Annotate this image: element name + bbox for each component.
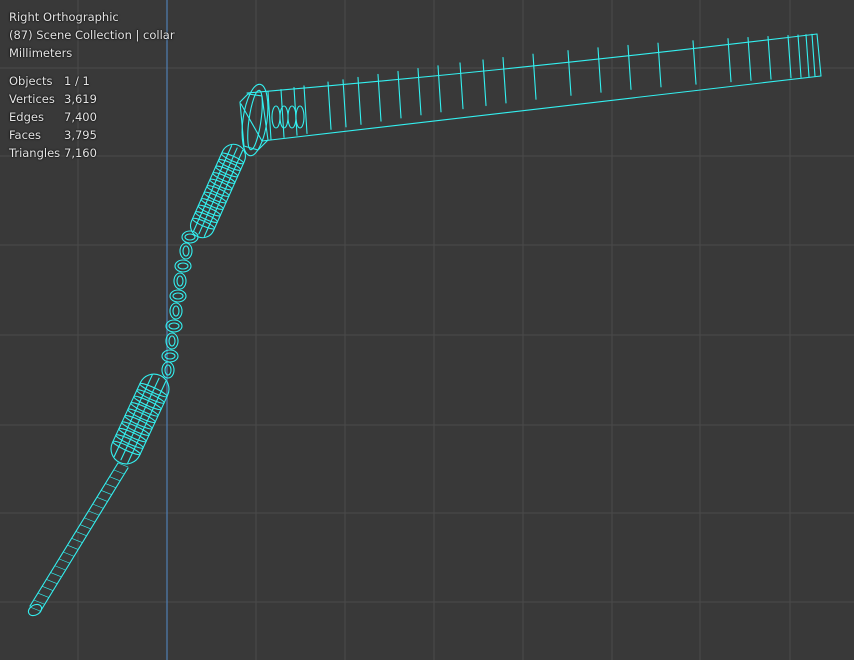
leash-rod-ring	[84, 517, 95, 523]
stat-edges: Edges 7,400	[9, 108, 175, 126]
collar-band-segment	[657, 42, 662, 88]
chain-link-inner	[184, 233, 196, 241]
collar-band-segment	[532, 53, 537, 100]
chain-link-inner	[164, 364, 172, 376]
stat-value: 7,400	[64, 110, 97, 124]
collar-band-segment	[327, 81, 332, 130]
collar-band-edge	[246, 33, 818, 94]
leash-rod-ring	[79, 524, 91, 530]
statistics-panel: Objects 1 / 1 Vertices 3,619 Edges 7,400…	[9, 72, 175, 162]
collar-band-edge	[261, 75, 822, 142]
collar-band-ring	[287, 105, 297, 129]
leash-rod-ring	[92, 503, 104, 509]
stat-value: 7,160	[64, 146, 97, 160]
collar-band-segment	[805, 34, 810, 78]
chain-link-inner	[172, 305, 180, 317]
collar-band-ring	[271, 105, 281, 129]
collar-band-segment	[597, 47, 602, 93]
collar-band-segment	[303, 85, 308, 134]
collar-band-segment	[811, 33, 816, 77]
chain-link-inner	[176, 275, 184, 287]
stat-objects: Objects 1 / 1	[9, 72, 175, 90]
leash-rod-ring	[96, 496, 108, 502]
leash-rod-ring	[63, 551, 74, 557]
collar-band-segment	[357, 76, 362, 125]
stat-label: Triangles	[9, 146, 61, 160]
stat-vertices: Vertices 3,619	[9, 90, 175, 108]
leash-rod-ring	[59, 558, 70, 564]
collar-band-segment	[417, 68, 422, 116]
leash-rod-edge	[29, 462, 129, 613]
leash-rod-ring	[29, 606, 41, 612]
leash-rod-end	[27, 603, 43, 617]
leash-rod-ring	[67, 544, 79, 550]
leash-rod-ring	[71, 538, 83, 543]
lower-toggle-capsule	[110, 373, 170, 465]
collar-band-segment	[567, 50, 572, 96]
collar-band-edge	[816, 33, 822, 77]
chain-link-inner	[168, 335, 176, 347]
collar-band-segment	[692, 40, 697, 85]
stat-label: Edges	[9, 110, 44, 124]
chain-link	[165, 319, 183, 333]
stat-label: Vertices	[9, 92, 55, 106]
collar-band-segment	[267, 91, 272, 141]
leash-rod-ring	[46, 579, 58, 584]
buckle-frame	[239, 93, 269, 151]
stat-value: 3,795	[64, 128, 97, 142]
chain-link	[173, 272, 187, 290]
leash-rod-ring	[105, 483, 116, 488]
chain-link	[161, 349, 179, 363]
collar-band-segment	[767, 36, 772, 80]
leash-rod-ring	[42, 586, 53, 591]
leash-rod-ring	[109, 476, 120, 482]
leash-rod-ring	[113, 469, 125, 475]
chain-link-inner	[177, 262, 189, 270]
collection-label: (87) Scene Collection | collar	[9, 28, 175, 42]
chain-link-inner	[172, 292, 184, 300]
collar-band-segment	[280, 89, 285, 138]
view-name-label: Right Orthographic	[9, 10, 119, 24]
collar-band-segment	[797, 34, 802, 78]
viewport-text-overlay: Right Orthographic (87) Scene Collection…	[9, 8, 175, 162]
chain-link	[181, 230, 199, 244]
chain-link	[161, 361, 175, 379]
collar-band-segment	[627, 44, 632, 90]
collar-band-ring	[295, 105, 305, 129]
chain-link-inner	[168, 322, 180, 330]
collar-band-segment	[437, 65, 442, 113]
leash-rod-ring	[54, 565, 66, 571]
stat-value: 3,619	[64, 92, 97, 106]
collar-band-segment	[747, 37, 752, 81]
collar-band-segment	[502, 57, 507, 104]
d-ring	[241, 83, 269, 157]
chain-link	[169, 302, 183, 320]
collar-band-ring	[279, 105, 289, 129]
leash-rod-ring	[100, 490, 112, 495]
collar-band-segment	[459, 62, 464, 110]
stat-label: Faces	[9, 128, 41, 142]
stat-triangles: Triangles 7,160	[9, 144, 175, 162]
units-label: Millimeters	[9, 46, 73, 60]
chain-link	[174, 259, 192, 273]
leash-rod-ring	[38, 592, 49, 598]
collar-band-segment	[482, 59, 487, 107]
stat-value: 1 / 1	[64, 74, 90, 88]
stat-faces: Faces 3,795	[9, 126, 175, 144]
collar-band-segment	[397, 70, 402, 119]
leash-rod-ring	[50, 572, 62, 578]
stat-label: Objects	[9, 74, 53, 88]
collar-band-segment	[727, 38, 732, 83]
chain-link-inner	[182, 245, 190, 257]
chain-link	[169, 289, 187, 303]
